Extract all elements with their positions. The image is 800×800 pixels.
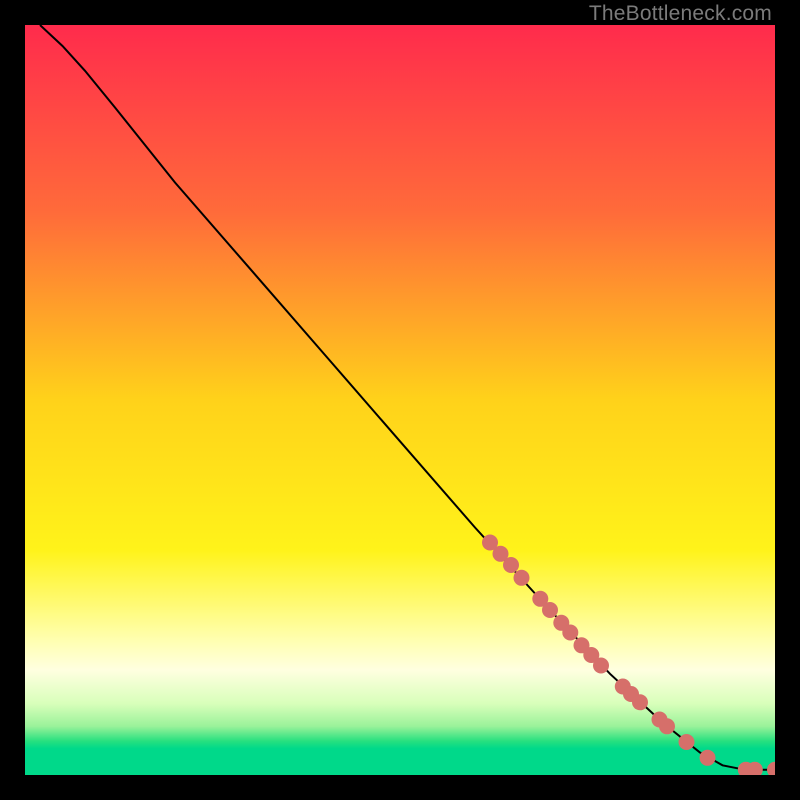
chart-plot-area [25, 25, 775, 775]
chart-canvas [25, 25, 775, 775]
data-point [514, 570, 530, 586]
data-point [632, 694, 648, 710]
data-point [700, 750, 716, 766]
data-point [503, 557, 519, 573]
data-point [562, 625, 578, 641]
data-point [679, 734, 695, 750]
data-point [593, 658, 609, 674]
data-point [659, 718, 675, 734]
watermark-label: TheBottleneck.com [589, 2, 772, 26]
data-point [542, 602, 558, 618]
gradient-background [25, 25, 775, 775]
